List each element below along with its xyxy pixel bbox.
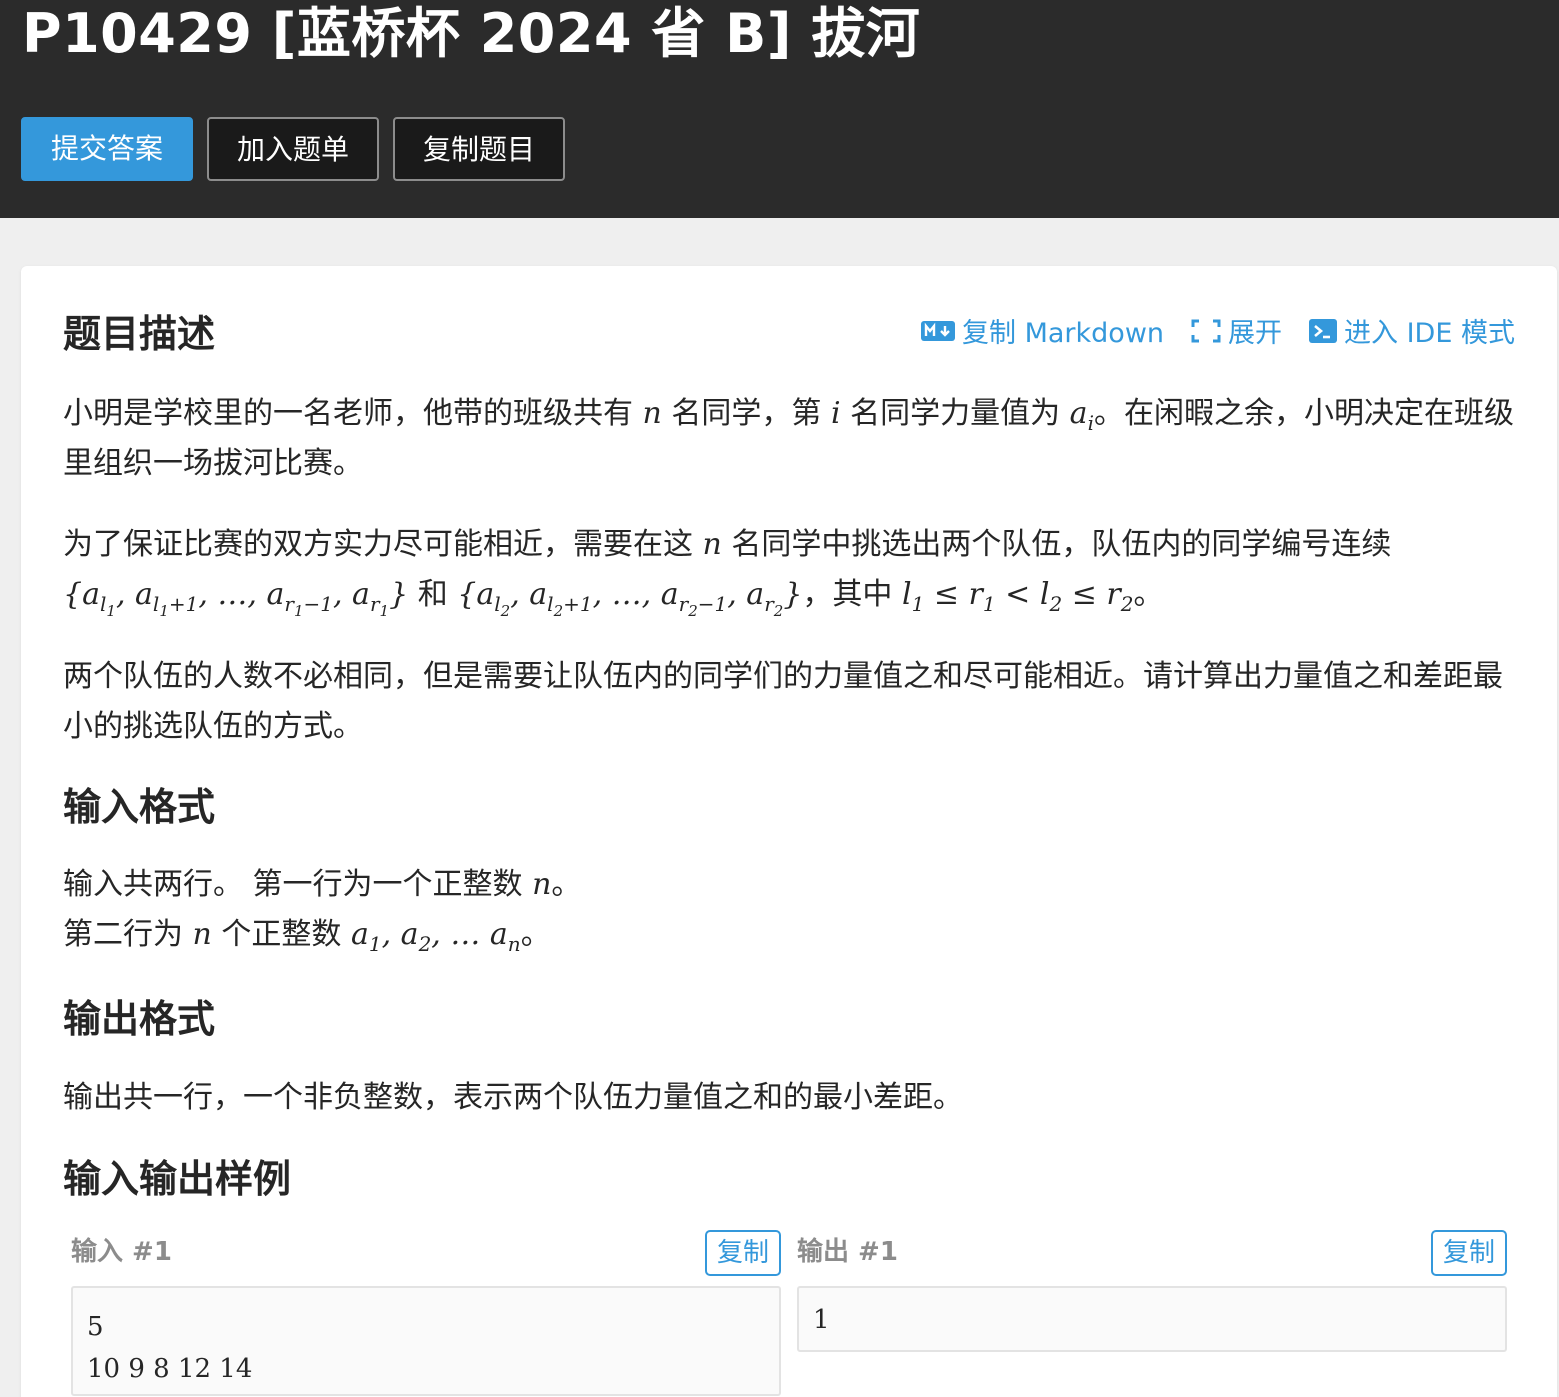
markdown-icon xyxy=(921,320,955,341)
problem-card: 题目描述 复制 Markdown 展开 进入 IDE 模式 小明是学校里的一名老… xyxy=(21,266,1557,1397)
math-sequence: a1, a2, … an xyxy=(350,917,521,956)
input-line-2-text-b: 个正整数 xyxy=(221,917,342,952)
math-ai: ai xyxy=(1069,396,1094,435)
p2-text-c: 和 xyxy=(417,577,448,612)
samples-heading: 输入输出样例 xyxy=(63,1157,292,1201)
input-format-text: 输入共两行。 第一行为一个正整数 n。 第二行为 n 个正整数 a1, a2, … xyxy=(63,867,582,956)
ide-mode-link[interactable]: 进入 IDE 模式 xyxy=(1308,311,1515,350)
copy-problem-button[interactable]: 复制题目 xyxy=(393,117,565,181)
copy-output-button[interactable]: 复制 xyxy=(1431,1230,1507,1276)
input-format-heading: 输入格式 xyxy=(63,785,216,829)
description-paragraph-2: 为了保证比赛的双方实力尽可能相近，需要在这 n 名同学中挑选出两个队伍，队伍内的… xyxy=(63,527,1392,620)
math-team-1: {al1, al1+1, …, ar1−1, ar1} xyxy=(63,577,409,620)
copy-input-button[interactable]: 复制 xyxy=(705,1230,781,1276)
copy-markdown-link[interactable]: 复制 Markdown xyxy=(920,311,1164,350)
expand-link[interactable]: 展开 xyxy=(1190,311,1282,350)
ide-mode-label: 进入 IDE 模式 xyxy=(1344,318,1515,349)
math-n: n xyxy=(532,867,552,902)
p2-text-b: 名同学中挑选出两个队伍，队伍内的同学编号连续 xyxy=(731,527,1392,562)
p1-text-a: 小明是学校里的一名老师，他带的班级共有 xyxy=(63,396,633,431)
description-heading: 题目描述 xyxy=(63,312,216,356)
description-paragraph-3: 两个队伍的人数不必相同，但是需要让队伍内的同学们的力量值之和尽可能相近。请计算出… xyxy=(63,659,1503,744)
problem-title: P10429 [蓝桥杯 2024 省 B] 拔河 xyxy=(22,2,921,65)
sample-input-box[interactable]: 5 10 9 8 12 14 xyxy=(71,1286,781,1396)
terminal-icon xyxy=(1309,318,1338,343)
toolbar: 复制 Markdown 展开 进入 IDE 模式 xyxy=(920,311,1515,350)
math-constraint: l1 ≤ r1 < l2 ≤ r2 xyxy=(901,577,1134,616)
p2-text-a: 为了保证比赛的双方实力尽可能相近，需要在这 xyxy=(63,527,693,562)
problem-header: P10429 [蓝桥杯 2024 省 B] 拔河 提交答案 加入题单 复制题目 xyxy=(0,0,1559,218)
add-to-list-button[interactable]: 加入题单 xyxy=(207,117,379,181)
math-n: n xyxy=(702,527,722,562)
expand-icon xyxy=(1191,319,1221,342)
math-n: n xyxy=(642,396,662,431)
sample-output-label: 输出 #1 xyxy=(797,1237,898,1267)
submit-answer-button[interactable]: 提交答案 xyxy=(21,117,193,181)
output-format-heading: 输出格式 xyxy=(63,997,216,1041)
p2-text-d: ，其中 xyxy=(802,577,893,612)
sample-input-label: 输入 #1 xyxy=(71,1237,172,1267)
sample-output-box[interactable]: 1 xyxy=(797,1286,1507,1352)
description-paragraph-1: 小明是学校里的一名老师，他带的班级共有 n 名同学，第 i 名同学力量值为 ai… xyxy=(63,389,1515,489)
p1-text-b: 名同学，第 xyxy=(671,396,822,431)
copy-markdown-label: 复制 Markdown xyxy=(962,318,1165,349)
input-line-1-text: 输入共两行。 第一行为一个正整数 xyxy=(63,867,523,902)
math-i: i xyxy=(830,396,841,431)
output-format-text: 输出共一行，一个非负整数，表示两个队伍力量值之和的最小差距。 xyxy=(63,1080,963,1115)
math-team-2: {al2, al2+1, …, ar2−1, ar2} xyxy=(457,577,803,620)
math-n: n xyxy=(192,917,212,952)
expand-label: 展开 xyxy=(1228,318,1283,349)
input-line-2-text-a: 第二行为 xyxy=(63,917,183,952)
p1-text-c: 名同学力量值为 xyxy=(850,396,1061,431)
